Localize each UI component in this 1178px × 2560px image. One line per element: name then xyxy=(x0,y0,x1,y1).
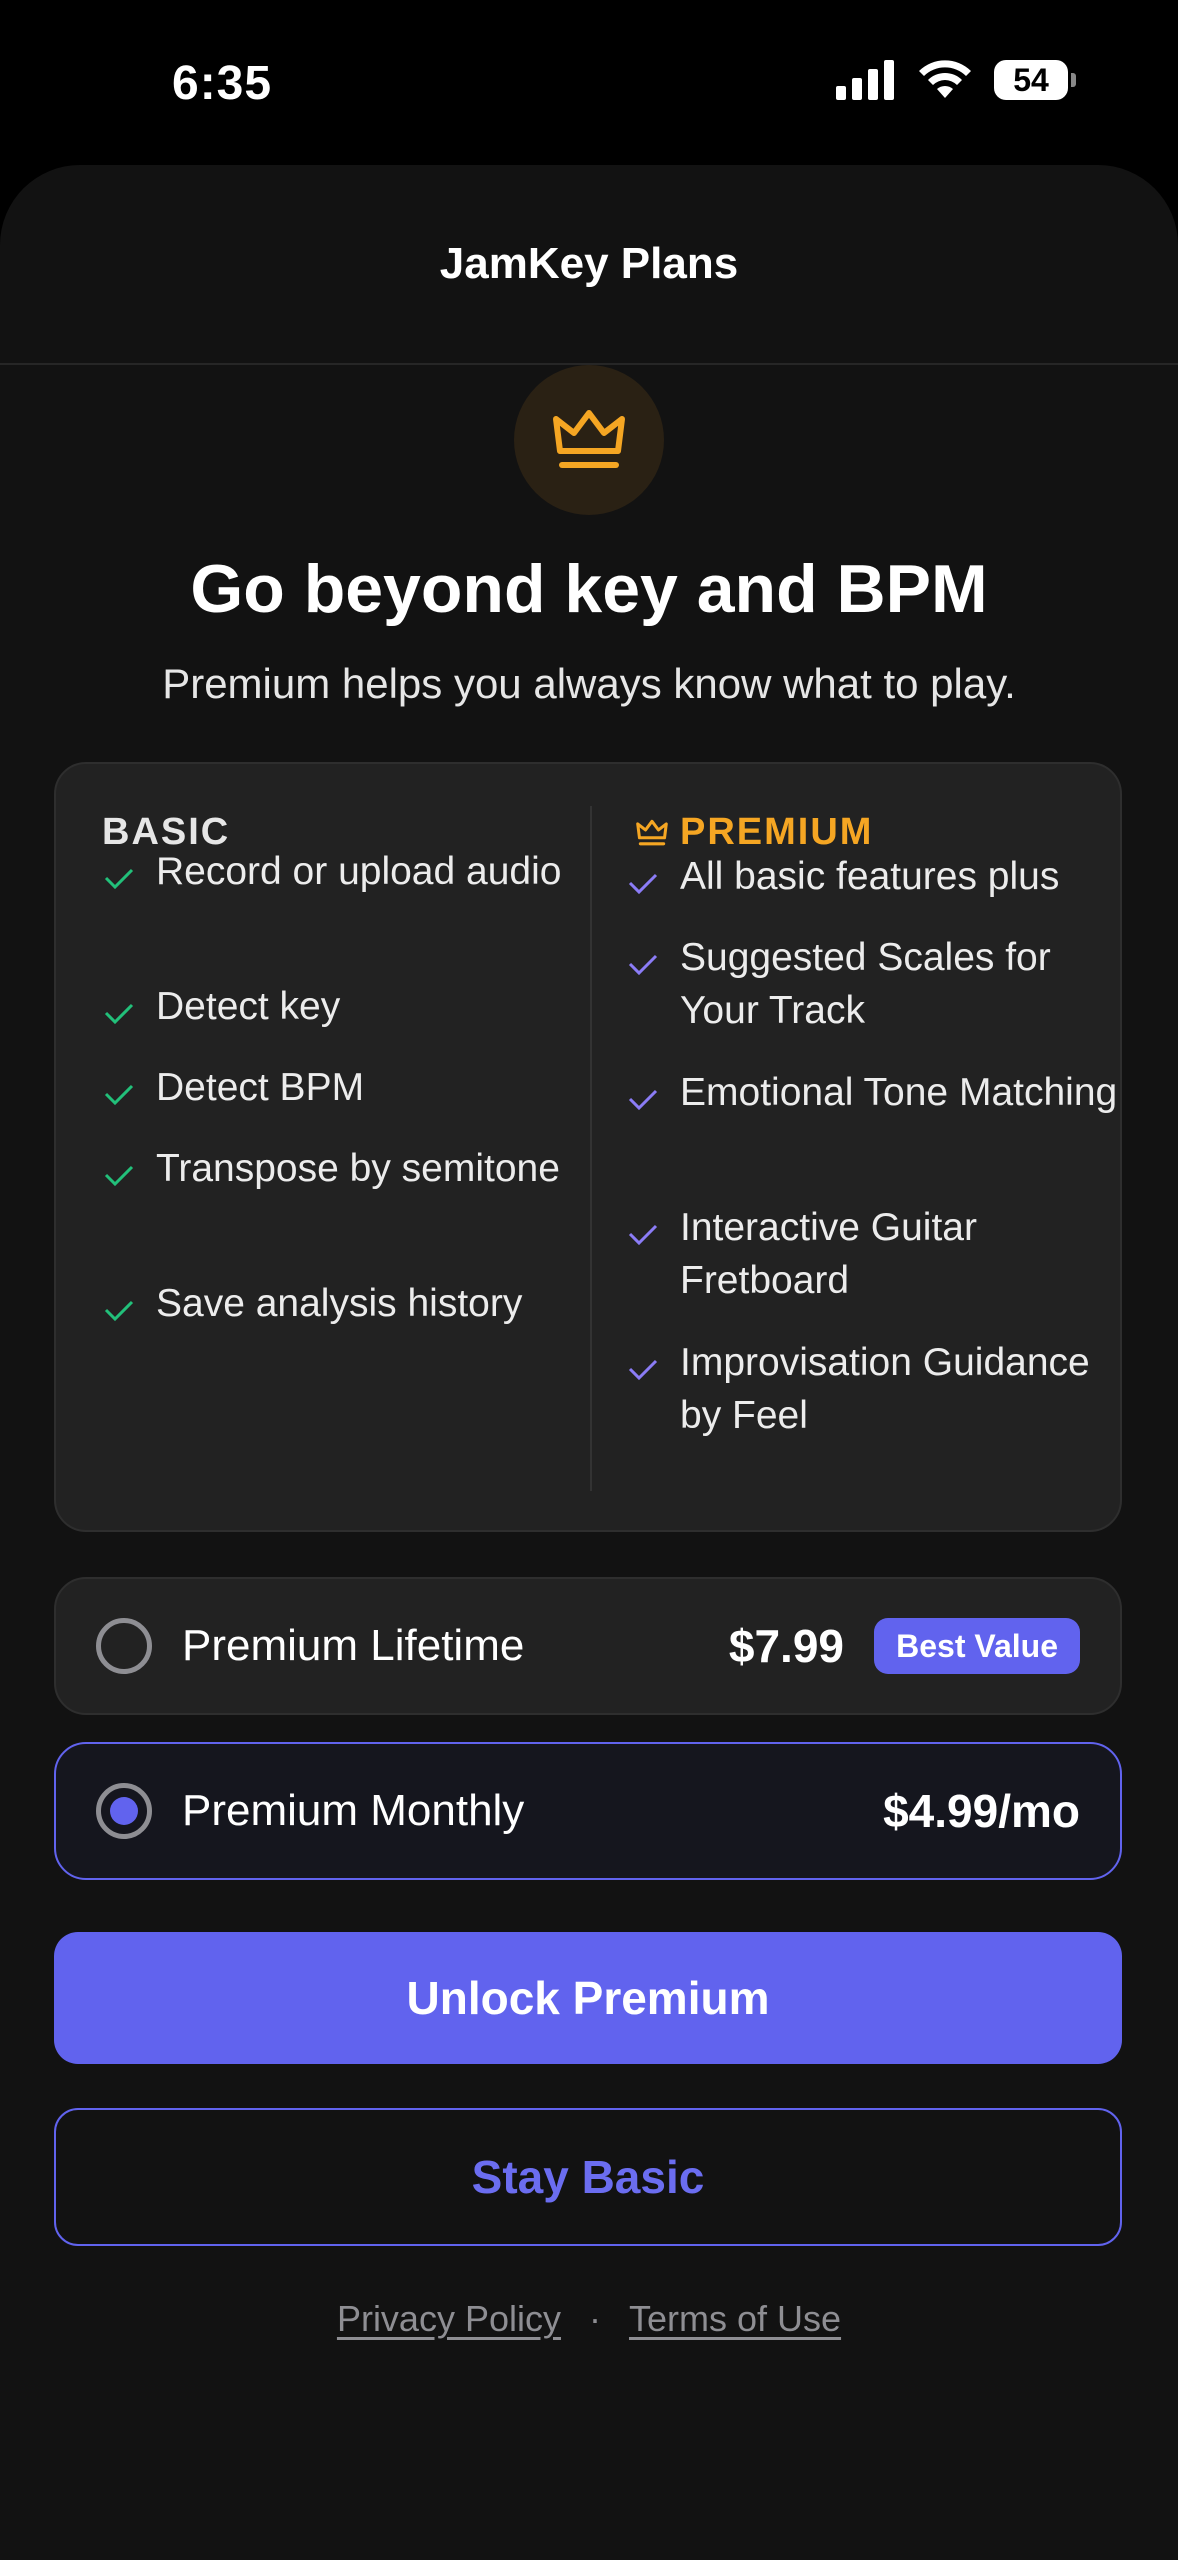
check-icon xyxy=(104,1003,134,1025)
plan-option-lifetime[interactable]: Premium Lifetime $7.99 Best Value xyxy=(54,1577,1122,1715)
sheet-header: JamKey Plans xyxy=(0,165,1178,365)
stay-basic-button[interactable]: Stay Basic xyxy=(54,2108,1122,2246)
premium-title-label: PREMIUM xyxy=(680,811,874,853)
best-value-badge: Best Value xyxy=(874,1618,1080,1674)
battery-level: 54 xyxy=(1013,61,1049,98)
check-icon xyxy=(104,1084,134,1106)
plan-name: Premium Lifetime xyxy=(182,1621,525,1670)
premium-feature: Emotional Tone Matching xyxy=(626,1071,1130,1119)
plan-name: Premium Monthly xyxy=(182,1786,525,1835)
terms-of-use-link[interactable]: Terms of Use xyxy=(629,2298,841,2340)
plan-comparison-card: BASIC Record or upload audio Detect key … xyxy=(54,762,1122,1532)
check-icon xyxy=(628,1359,658,1381)
check-icon xyxy=(628,873,658,895)
check-icon xyxy=(628,1089,658,1111)
basic-feature: Record or upload audio xyxy=(102,850,576,898)
battery-icon: 54 xyxy=(994,60,1076,100)
plan-price: $7.99 xyxy=(728,1620,844,1672)
check-icon xyxy=(104,1165,134,1187)
footer-links: Privacy Policy · Terms of Use xyxy=(0,2298,1178,2340)
status-icons: 54 xyxy=(836,60,1076,100)
crown-icon xyxy=(553,410,625,468)
premium-feature: Interactive Guitar Fretboard xyxy=(626,1206,1130,1307)
status-bar: 6:35 54 xyxy=(0,0,1178,165)
check-icon xyxy=(104,1300,134,1322)
plan-option-monthly[interactable]: Premium Monthly $4.99/mo xyxy=(54,1742,1122,1880)
crown-badge xyxy=(514,365,664,515)
basic-feature: Detect key xyxy=(102,985,576,1033)
premium-feature: All basic features plus xyxy=(626,855,1130,903)
basic-feature: Save analysis history xyxy=(102,1282,576,1330)
headline: Go beyond key and BPM xyxy=(190,551,988,627)
unlock-premium-button[interactable]: Unlock Premium xyxy=(54,1932,1122,2064)
crown-small-icon xyxy=(636,819,668,845)
basic-feature: Transpose by semitone xyxy=(102,1147,576,1195)
status-time: 6:35 xyxy=(172,57,273,110)
check-icon xyxy=(628,1224,658,1246)
basic-feature: Detect BPM xyxy=(102,1066,576,1114)
premium-title: PREMIUM xyxy=(636,811,873,854)
plan-price: $4.99/mo xyxy=(883,1785,1080,1837)
radio-unselected[interactable] xyxy=(96,1618,152,1674)
subheadline: Premium helps you always know what to pl… xyxy=(162,660,1016,707)
wifi-icon xyxy=(919,60,971,98)
column-divider xyxy=(590,806,592,1491)
premium-feature: Suggested Scales for Your Track xyxy=(626,936,1130,1037)
footer-separator: · xyxy=(589,2298,601,2339)
privacy-policy-link[interactable]: Privacy Policy xyxy=(337,2298,561,2340)
radio-selected[interactable] xyxy=(96,1783,152,1839)
sheet-title: JamKey Plans xyxy=(439,239,739,288)
check-icon xyxy=(104,868,134,890)
check-icon xyxy=(628,954,658,976)
premium-feature: Improvisation Guidance by Feel xyxy=(626,1341,1130,1442)
cellular-signal-icon xyxy=(836,60,894,100)
